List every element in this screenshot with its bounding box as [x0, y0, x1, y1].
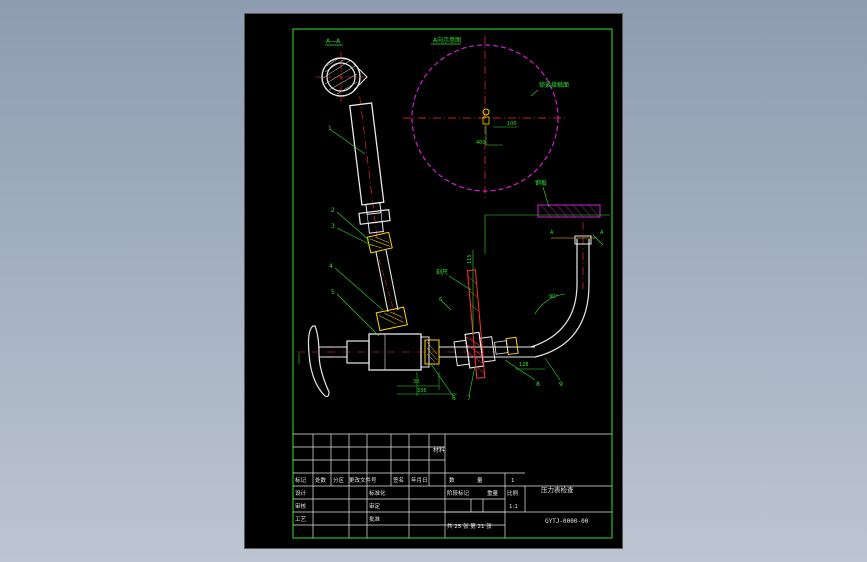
a-view: A向示意图 400 100 锁紧接触面	[403, 36, 569, 200]
upper-rod-assembly	[349, 96, 408, 332]
svg-text:审核: 审核	[295, 502, 307, 510]
part-2: 2	[331, 207, 335, 214]
svg-text:30: 30	[413, 379, 419, 385]
material-label: 材料	[433, 446, 445, 454]
svg-text:重量: 重量	[487, 489, 499, 497]
part-1: 1	[328, 125, 332, 132]
part-9: 9	[559, 381, 563, 388]
rod-body	[349, 102, 385, 206]
drawing-code: GYTJ-0000-00	[545, 518, 589, 525]
sheets-text: 共 25 张 第 21 张	[447, 522, 492, 530]
part-6: 6	[452, 395, 456, 402]
drawing-frame	[292, 28, 613, 539]
svg-text:1: 1	[511, 478, 515, 484]
handwheel	[307, 325, 330, 398]
section-view: A—A	[315, 38, 369, 102]
connector-label: 锁紧接触面	[539, 81, 569, 89]
svg-text:100: 100	[507, 121, 517, 127]
section-aa-label: A—A	[326, 38, 341, 45]
svg-text:128: 128	[519, 362, 529, 368]
handle-label: 刻尺	[436, 268, 448, 276]
part-8: 8	[536, 381, 540, 388]
view-title: A向示意图	[433, 36, 461, 44]
svg-text:400: 400	[476, 140, 486, 146]
svg-text:更改文件号: 更改文件号	[349, 476, 377, 484]
part-5: 5	[331, 289, 335, 296]
cad-drawing: A—A A向示意图 400 100 锁紧接触面 A A 钢板 90° 115 刻…	[292, 28, 613, 539]
svg-text:设计: 设计	[295, 489, 307, 497]
svg-text:标记: 标记	[295, 476, 307, 484]
bent-pipe: A A 钢板 90°	[484, 179, 610, 358]
dimensions: 115 刻尺 30 336 128 6	[298, 250, 545, 396]
svg-text:115: 115	[467, 254, 473, 264]
svg-text:1:1: 1:1	[509, 504, 518, 510]
svg-text:批准: 批准	[369, 515, 381, 523]
svg-text:90°: 90°	[549, 294, 558, 300]
svg-text:数: 数	[449, 476, 455, 484]
scale-plate	[466, 269, 486, 379]
svg-text:处数: 处数	[315, 476, 327, 484]
svg-text:阶段标记: 阶段标记	[447, 489, 470, 497]
svg-text:A: A	[550, 230, 554, 236]
fitting-lower	[375, 306, 408, 332]
svg-text:标准化: 标准化	[369, 489, 386, 497]
pipe-label: 钢板	[535, 179, 547, 187]
svg-text:年月日: 年月日	[411, 476, 428, 484]
svg-text:6: 6	[439, 297, 442, 303]
svg-text:分区: 分区	[333, 476, 345, 484]
drawing-sheet: A—A A向示意图 400 100 锁紧接触面 A A 钢板 90° 115 刻…	[244, 13, 623, 549]
svg-text:审定: 审定	[369, 502, 381, 510]
svg-text:336: 336	[417, 388, 427, 394]
pointer-pivot	[482, 108, 490, 116]
svg-text:A: A	[600, 230, 604, 236]
svg-text:工艺: 工艺	[295, 516, 307, 523]
svg-text:比例: 比例	[507, 489, 519, 497]
part-callouts: 1 2 3 4 5 6 7 8 9	[328, 125, 563, 402]
title-block-text: 材料 标记 处数 分区 更改文件号 签名 年月日 设计 标准化 审核 审定 工艺…	[295, 446, 589, 530]
svg-text:量: 量	[477, 477, 483, 484]
part-3: 3	[331, 223, 335, 230]
part-4: 4	[329, 263, 333, 270]
drawing-name: 压力表检查	[541, 485, 574, 494]
svg-text:签名: 签名	[393, 476, 404, 484]
part-7: 7	[467, 395, 471, 402]
